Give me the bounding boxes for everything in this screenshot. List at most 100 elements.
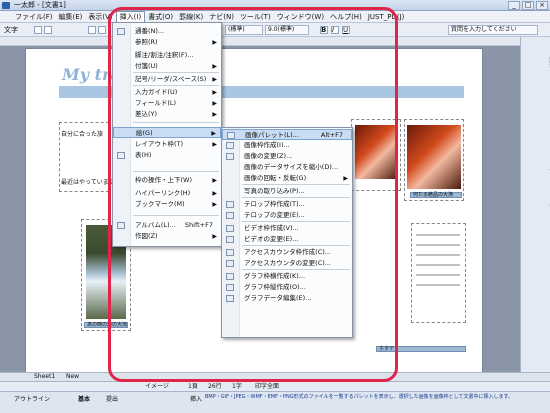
text-line bbox=[416, 284, 460, 286]
menu-item[interactable]: 画像の回転・反転(G) ▶ bbox=[222, 173, 352, 184]
text-icon[interactable] bbox=[34, 26, 42, 34]
submenu-arrow-icon: ▶ bbox=[211, 130, 216, 137]
sheet-tab-new[interactable]: New bbox=[66, 373, 79, 381]
menu-item[interactable]: 脚注/割注/注釈(F)... bbox=[113, 50, 221, 61]
sheet-tabs: Sheet1 New bbox=[0, 372, 550, 381]
graph-edit-icon bbox=[226, 295, 234, 302]
menu-item[interactable]: 作図(Z) ▶ bbox=[113, 231, 221, 242]
menu-item[interactable]: 画像の変更(Z)... bbox=[222, 151, 352, 162]
menu-item[interactable]: ハイパーリンク(H) ▶ bbox=[113, 188, 221, 199]
sheet-tab-1[interactable]: Sheet1 bbox=[34, 373, 55, 381]
menu-item-label: 表(H) bbox=[135, 151, 152, 159]
menu-item-label: ハイパーリンク(H) bbox=[135, 189, 191, 197]
menu-item-label: 通番(N)... bbox=[135, 27, 165, 35]
menu-item[interactable]: グラフ枠横作成(K)... bbox=[222, 271, 352, 282]
menu-ruled-line[interactable]: 罫線(K) bbox=[176, 11, 206, 23]
menu-item[interactable]: 記号/リーダ/スペース(S) ▶ bbox=[113, 74, 221, 85]
menu-navi[interactable]: ナビ(N) bbox=[206, 11, 237, 23]
font-select[interactable]: (標準) bbox=[225, 25, 263, 35]
submenu-arrow-icon: ▶ bbox=[343, 175, 348, 182]
image-change-icon bbox=[226, 153, 234, 160]
counter-icon bbox=[226, 249, 234, 256]
menu-item-label: レイアウト枠(T) bbox=[135, 140, 184, 148]
menu-item[interactable]: グラフデータ編集(E)... bbox=[222, 293, 352, 304]
side-tab-dictionary[interactable]: 辞書 bbox=[531, 57, 550, 69]
menu-just-pd[interactable]: JUST_PD(J) bbox=[365, 11, 408, 23]
menu-edit[interactable]: 編集(E) bbox=[56, 11, 86, 23]
cursor-icon[interactable] bbox=[44, 26, 52, 34]
menu-item[interactable]: テロップ枠作成(T)... bbox=[222, 199, 352, 210]
menu-item-label: テロップ枠作成(T)... bbox=[244, 200, 305, 208]
side-tab-line-spacing[interactable]: 行間 bbox=[531, 202, 550, 214]
side-tab-drawing[interactable]: 作図 bbox=[531, 167, 550, 179]
side-tab-style[interactable]: スタイル bbox=[531, 117, 550, 141]
italic-button[interactable]: I bbox=[331, 26, 339, 34]
menu-item[interactable]: アクセスカウンタ枠作成(C)... bbox=[222, 247, 352, 258]
menu-item[interactable]: 画像パレット(L)... Alt+F7 bbox=[222, 129, 352, 140]
menu-item[interactable]: テロップの変更(E)... bbox=[222, 210, 352, 221]
menu-item[interactable]: レイアウト枠(T) ▶ bbox=[113, 139, 221, 150]
menu-view[interactable]: 表示(V) bbox=[85, 11, 115, 23]
menu-item[interactable]: グラフ枠縦作成(O)... bbox=[222, 282, 352, 293]
menu-separator bbox=[242, 221, 350, 222]
menu-item[interactable]: 画像のデータサイズを縮小(D)... bbox=[222, 162, 352, 173]
telop-change-icon bbox=[226, 212, 234, 219]
menu-item[interactable]: アクセスカウンタの変更(C)... bbox=[222, 258, 352, 269]
right-text-frame[interactable] bbox=[411, 223, 466, 323]
horizontal-ruler bbox=[0, 37, 520, 46]
menu-item-label: 差込(Y) bbox=[135, 110, 158, 118]
menu-item[interactable]: 画像枠作成(I)... bbox=[222, 140, 352, 151]
bold-button[interactable]: B bbox=[320, 26, 328, 34]
open-icon[interactable] bbox=[98, 26, 106, 34]
menu-separator bbox=[242, 197, 350, 198]
underline-button[interactable]: U bbox=[342, 26, 350, 34]
menu-item[interactable]: ビデオ枠作成(V)... bbox=[222, 223, 352, 234]
text-line bbox=[416, 244, 460, 246]
menu-item-label: ビデオの変更(E)... bbox=[244, 235, 299, 243]
window-title: 一太郎 - [文書1] bbox=[14, 1, 66, 9]
menu-item[interactable]: ビデオの変更(E)... bbox=[222, 234, 352, 245]
new-doc-icon[interactable] bbox=[88, 26, 96, 34]
menu-item-label: テロップの変更(E)... bbox=[244, 211, 305, 219]
menu-file[interactable]: ファイル(F) bbox=[12, 11, 56, 23]
graph-h-icon bbox=[226, 273, 234, 280]
number-icon bbox=[117, 28, 125, 35]
menu-item-label: 画像の回転・反転(G) bbox=[244, 174, 307, 182]
menu-item[interactable]: 絵(G) ▶ bbox=[113, 127, 221, 138]
help-question-input[interactable]: 質問を入力してください bbox=[448, 25, 538, 35]
menu-item[interactable]: 差込(Y) ▶ bbox=[113, 109, 221, 120]
task-bar: アウトライン 基本 提出 挿入 BMP・GIF・JPEG・WMF・EMF・PNG… bbox=[0, 391, 550, 413]
outline-button[interactable]: アウトライン bbox=[14, 394, 50, 403]
menu-item[interactable]: アルバム(L)... Shift+F7 bbox=[113, 220, 221, 231]
menu-separator bbox=[133, 72, 219, 73]
font-size-select[interactable]: 9.0(標準) bbox=[265, 25, 309, 35]
menu-item[interactable]: 入力ガイド(U) ▶ bbox=[113, 87, 221, 98]
text-line bbox=[416, 264, 460, 266]
menu-help[interactable]: ヘルプ(H) bbox=[327, 11, 365, 23]
menu-item[interactable]: 写真の取り込み(P)... bbox=[222, 186, 352, 197]
status-bar: イメージ 1頁 26行 1字 印字全面 bbox=[0, 381, 550, 391]
submenu-arrow-icon: ▶ bbox=[212, 177, 217, 184]
close-button[interactable]: × bbox=[536, 1, 548, 10]
mode-label: 文字 bbox=[4, 26, 18, 34]
maximize-button[interactable]: □ bbox=[522, 1, 534, 10]
menu-item[interactable]: 表(H) bbox=[113, 150, 221, 161]
menu-item[interactable]: 枠の操作・上下(W) ▶ bbox=[113, 175, 221, 186]
menu-item[interactable]: ブックマーク(M) ▶ bbox=[113, 199, 221, 210]
menu-item-label: 画像パレット(L)... bbox=[245, 131, 299, 139]
menu-window[interactable]: ウィンドウ(W) bbox=[274, 11, 327, 23]
text-line bbox=[416, 234, 460, 236]
submit-button[interactable]: 提出 bbox=[106, 394, 118, 403]
menu-item-label: アルバム(L)... bbox=[135, 221, 176, 229]
menu-item[interactable]: フィールド(L) ▶ bbox=[113, 98, 221, 109]
menu-item[interactable]: 通番(N)... bbox=[113, 26, 221, 37]
menu-tools[interactable]: ツール(T) bbox=[237, 11, 274, 23]
minimize-button[interactable]: _ bbox=[508, 1, 520, 10]
menu-insert[interactable]: 挿入(I) bbox=[115, 10, 146, 23]
menu-item[interactable]: 付箋(U) ▶ bbox=[113, 61, 221, 72]
menu-item-label: 記号/リーダ/スペース(S) bbox=[135, 75, 207, 83]
status-message: BMP・GIF・JPEG・WMF・EMF・PNG形式のファイルを一覧するパレット… bbox=[205, 394, 513, 400]
basic-button[interactable]: 基本 bbox=[78, 394, 90, 403]
menu-item[interactable]: 参照(R) ▶ bbox=[113, 37, 221, 48]
menu-format[interactable]: 書式(O) bbox=[145, 11, 176, 23]
